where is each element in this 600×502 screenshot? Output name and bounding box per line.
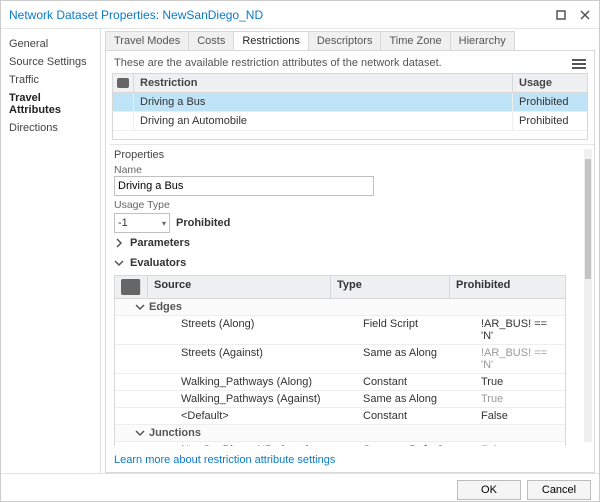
tab-content: These are the available restriction attr… (105, 51, 595, 473)
chevron-down-icon (114, 258, 124, 268)
description-text: These are the available restriction attr… (114, 57, 442, 69)
chevron-down-icon: ▾ (162, 219, 166, 228)
restriction-name: Driving an Automobile (134, 112, 513, 130)
usage-type-label: Usage Type (114, 199, 580, 211)
usage-type-value: -1 (118, 217, 128, 229)
evaluator-group-edges[interactable]: Edges (115, 299, 565, 316)
col-usage[interactable]: Usage (513, 74, 587, 92)
comment-icon (117, 78, 129, 88)
evaluator-row[interactable]: Streets (Against)Same as Along!AR_BUS! =… (115, 345, 565, 374)
tab-restrictions[interactable]: Restrictions (233, 31, 308, 50)
restriction-row[interactable]: Driving a Bus Prohibited (113, 93, 587, 112)
sidebar-item-directions[interactable]: Directions (1, 119, 100, 137)
usage-type-select[interactable]: -1 ▾ (114, 213, 170, 233)
dialog-footer: OK Cancel (1, 473, 599, 501)
evaluator-row[interactable]: <Default>ConstantFalse (115, 408, 565, 425)
tab-bar: Travel Modes Costs Restrictions Descript… (105, 31, 595, 51)
dialog-body: General Source Settings Traffic Travel A… (1, 29, 599, 473)
tab-hierarchy[interactable]: Hierarchy (450, 31, 515, 50)
evaluator-row[interactable]: Walking_Pathways (Against)Same as AlongT… (115, 391, 565, 408)
evaluator-group-junctions[interactable]: Junctions (115, 425, 565, 442)
restriction-usage: Prohibited (513, 112, 587, 130)
tab-costs[interactable]: Costs (188, 31, 234, 50)
comment-icon (121, 279, 141, 295)
category-sidebar: General Source Settings Traffic Travel A… (1, 29, 101, 473)
cancel-button[interactable]: Cancel (527, 480, 591, 500)
evaluators-label: Evaluators (130, 257, 186, 269)
restrictions-table: Restriction Usage Driving a Bus Prohibit… (112, 73, 588, 140)
parameters-label: Parameters (130, 237, 190, 249)
col-prohibited[interactable]: Prohibited (450, 276, 565, 298)
restriction-row[interactable]: Driving an Automobile Prohibited (113, 112, 587, 131)
evaluators-header: Source Type Prohibited (115, 276, 565, 299)
evaluator-row[interactable]: NewSanDiego_ND_JunctionsSame as DefaultF… (115, 442, 565, 446)
evaluator-row[interactable]: Streets (Along)Field Script!AR_BUS! == '… (115, 316, 565, 345)
sidebar-item-traffic[interactable]: Traffic (1, 71, 100, 89)
evaluators-expander[interactable]: Evaluators (114, 253, 580, 273)
name-label: Name (114, 164, 580, 176)
title-bar: Network Dataset Properties: NewSanDiego_… (1, 1, 599, 29)
options-menu-icon[interactable] (572, 57, 586, 69)
evaluators-table: Source Type Prohibited Edges Streets (Al… (114, 275, 566, 446)
sidebar-item-source-settings[interactable]: Source Settings (1, 53, 100, 71)
tab-descriptors[interactable]: Descriptors (308, 31, 382, 50)
window-title: Network Dataset Properties: NewSanDiego_… (9, 8, 263, 22)
close-icon[interactable] (579, 9, 591, 21)
ok-button[interactable]: OK (457, 480, 521, 500)
restriction-name: Driving a Bus (134, 93, 513, 111)
window-buttons (555, 9, 591, 21)
chevron-down-icon (135, 302, 145, 312)
sidebar-item-general[interactable]: General (1, 35, 100, 53)
tab-time-zone[interactable]: Time Zone (380, 31, 450, 50)
parameters-expander[interactable]: Parameters (114, 233, 580, 253)
name-input[interactable] (114, 176, 374, 196)
chevron-right-icon (114, 238, 124, 248)
evaluator-row[interactable]: Walking_Pathways (Along)ConstantTrue (115, 374, 565, 391)
col-type[interactable]: Type (331, 276, 450, 298)
restrictions-header: Restriction Usage (113, 74, 587, 93)
properties-pane: Properties Name Usage Type -1 ▾ Prohibit… (110, 144, 594, 446)
vertical-scrollbar[interactable] (584, 149, 592, 442)
col-source[interactable]: Source (148, 276, 331, 298)
usage-type-text: Prohibited (176, 217, 230, 229)
main-panel: Travel Modes Costs Restrictions Descript… (101, 29, 599, 473)
maximize-icon[interactable] (555, 9, 567, 21)
scrollbar-thumb[interactable] (585, 159, 591, 279)
dialog-window: Network Dataset Properties: NewSanDiego_… (0, 0, 600, 502)
restriction-usage: Prohibited (513, 93, 587, 111)
chevron-down-icon (135, 428, 145, 438)
col-restriction[interactable]: Restriction (134, 74, 513, 92)
sidebar-item-travel-attributes[interactable]: Travel Attributes (1, 89, 100, 119)
properties-heading: Properties (114, 149, 580, 161)
learn-more-link[interactable]: Learn more about restriction attribute s… (106, 448, 594, 472)
tab-travel-modes[interactable]: Travel Modes (105, 31, 189, 50)
